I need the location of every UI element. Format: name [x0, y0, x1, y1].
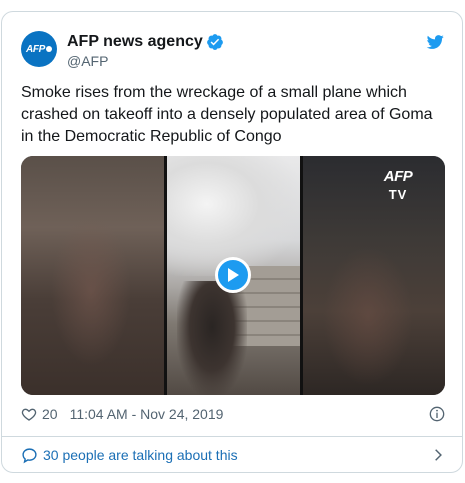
tweet-meta: 20 11:04 AM - Nov 24, 2019 — [21, 403, 445, 425]
account-handle[interactable]: @AFP — [67, 53, 108, 69]
conversation-link[interactable]: 30 people are talking about this — [21, 444, 445, 466]
like-count[interactable]: 20 — [42, 406, 58, 422]
verified-badge-icon — [206, 34, 223, 50]
heart-icon[interactable] — [21, 406, 37, 422]
afp-tv-watermark: AFP TV — [369, 168, 427, 210]
blurred-left-panel — [21, 156, 166, 395]
tweet-text: Smoke rises from the wreckage of a small… — [21, 84, 433, 145]
avatar-logo-text: AFP — [25, 43, 46, 55]
chevron-right-icon[interactable] — [431, 448, 445, 462]
afp-tv-label: TV — [388, 187, 408, 202]
display-name[interactable]: AFP news agency — [67, 33, 203, 51]
tweet-header: AFP AFP news agency @AFP — [21, 31, 445, 79]
avatar-logo-dot — [46, 46, 53, 52]
crowd-figures — [177, 281, 247, 395]
tweet-card: AFP AFP news agency @AFP Smoke rises fro… — [1, 11, 463, 473]
afp-tv-logo: AFP — [383, 168, 413, 185]
comment-bubble-icon — [22, 447, 37, 463]
play-button[interactable] — [215, 257, 251, 293]
tweet-timestamp[interactable]: 11:04 AM - Nov 24, 2019 — [70, 406, 224, 422]
video-thumbnail[interactable]: AFP TV — [21, 156, 445, 395]
footer-divider — [2, 436, 462, 437]
name-row: AFP news agency — [67, 32, 224, 52]
twitter-bird-icon[interactable] — [425, 33, 445, 51]
info-icon[interactable] — [429, 406, 445, 422]
avatar[interactable]: AFP — [21, 31, 57, 67]
conversation-text[interactable]: 30 people are talking about this — [43, 447, 238, 463]
play-icon — [228, 268, 239, 282]
